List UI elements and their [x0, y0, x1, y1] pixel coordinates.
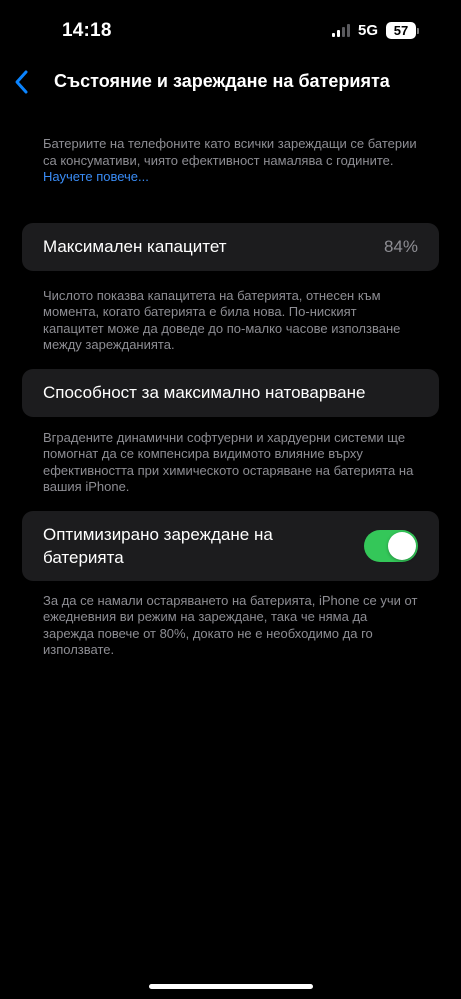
optimized-charging-label: Оптимизирано зареждане на батерията	[43, 524, 273, 567]
optimized-charging-row: Оптимизирано зареждане на батерията	[22, 510, 439, 581]
intro-text: Батериите на телефоните като всички заре…	[43, 136, 417, 168]
learn-more-link[interactable]: Научете повече...	[43, 169, 149, 184]
optimized-charging-toggle[interactable]	[364, 529, 418, 562]
max-capacity-label: Максимален капацитет	[43, 237, 227, 256]
toggle-knob	[388, 531, 416, 560]
chevron-left-icon[interactable]	[12, 68, 32, 96]
peak-performance-row: Способност за максимално натоварване	[22, 368, 439, 417]
max-capacity-value: 84%	[383, 236, 418, 256]
peak-performance-footnote: Вградените динамични софтуерни и хардуер…	[43, 429, 414, 495]
status-indicators: 5G 57	[331, 22, 419, 39]
navigation-bar: Състояние и зареждане на батерията	[0, 62, 461, 102]
page-title: Състояние и зареждане на батерията	[54, 71, 390, 91]
max-capacity-footnote: Числото показва капацитета на батерията,…	[43, 287, 401, 353]
network-type-label: 5G	[357, 22, 378, 39]
intro-description: Батериите на телефоните като всички заре…	[22, 136, 439, 186]
max-capacity-row: Максимален капацитет 84%	[22, 222, 439, 271]
peak-performance-label: Способност за максимално натоварване	[43, 383, 366, 402]
battery-icon: 57	[386, 22, 419, 39]
status-time: 14:18	[62, 20, 112, 41]
settings-content: Батериите на телефоните като всички заре…	[22, 136, 439, 659]
battery-level: 57	[386, 22, 416, 39]
status-bar: 14:18 5G 57	[0, 0, 461, 62]
cellular-signal-icon	[331, 24, 350, 37]
optimized-charging-footnote: За да се намали остаряването на батерият…	[43, 592, 418, 658]
home-indicator[interactable]	[149, 984, 313, 989]
